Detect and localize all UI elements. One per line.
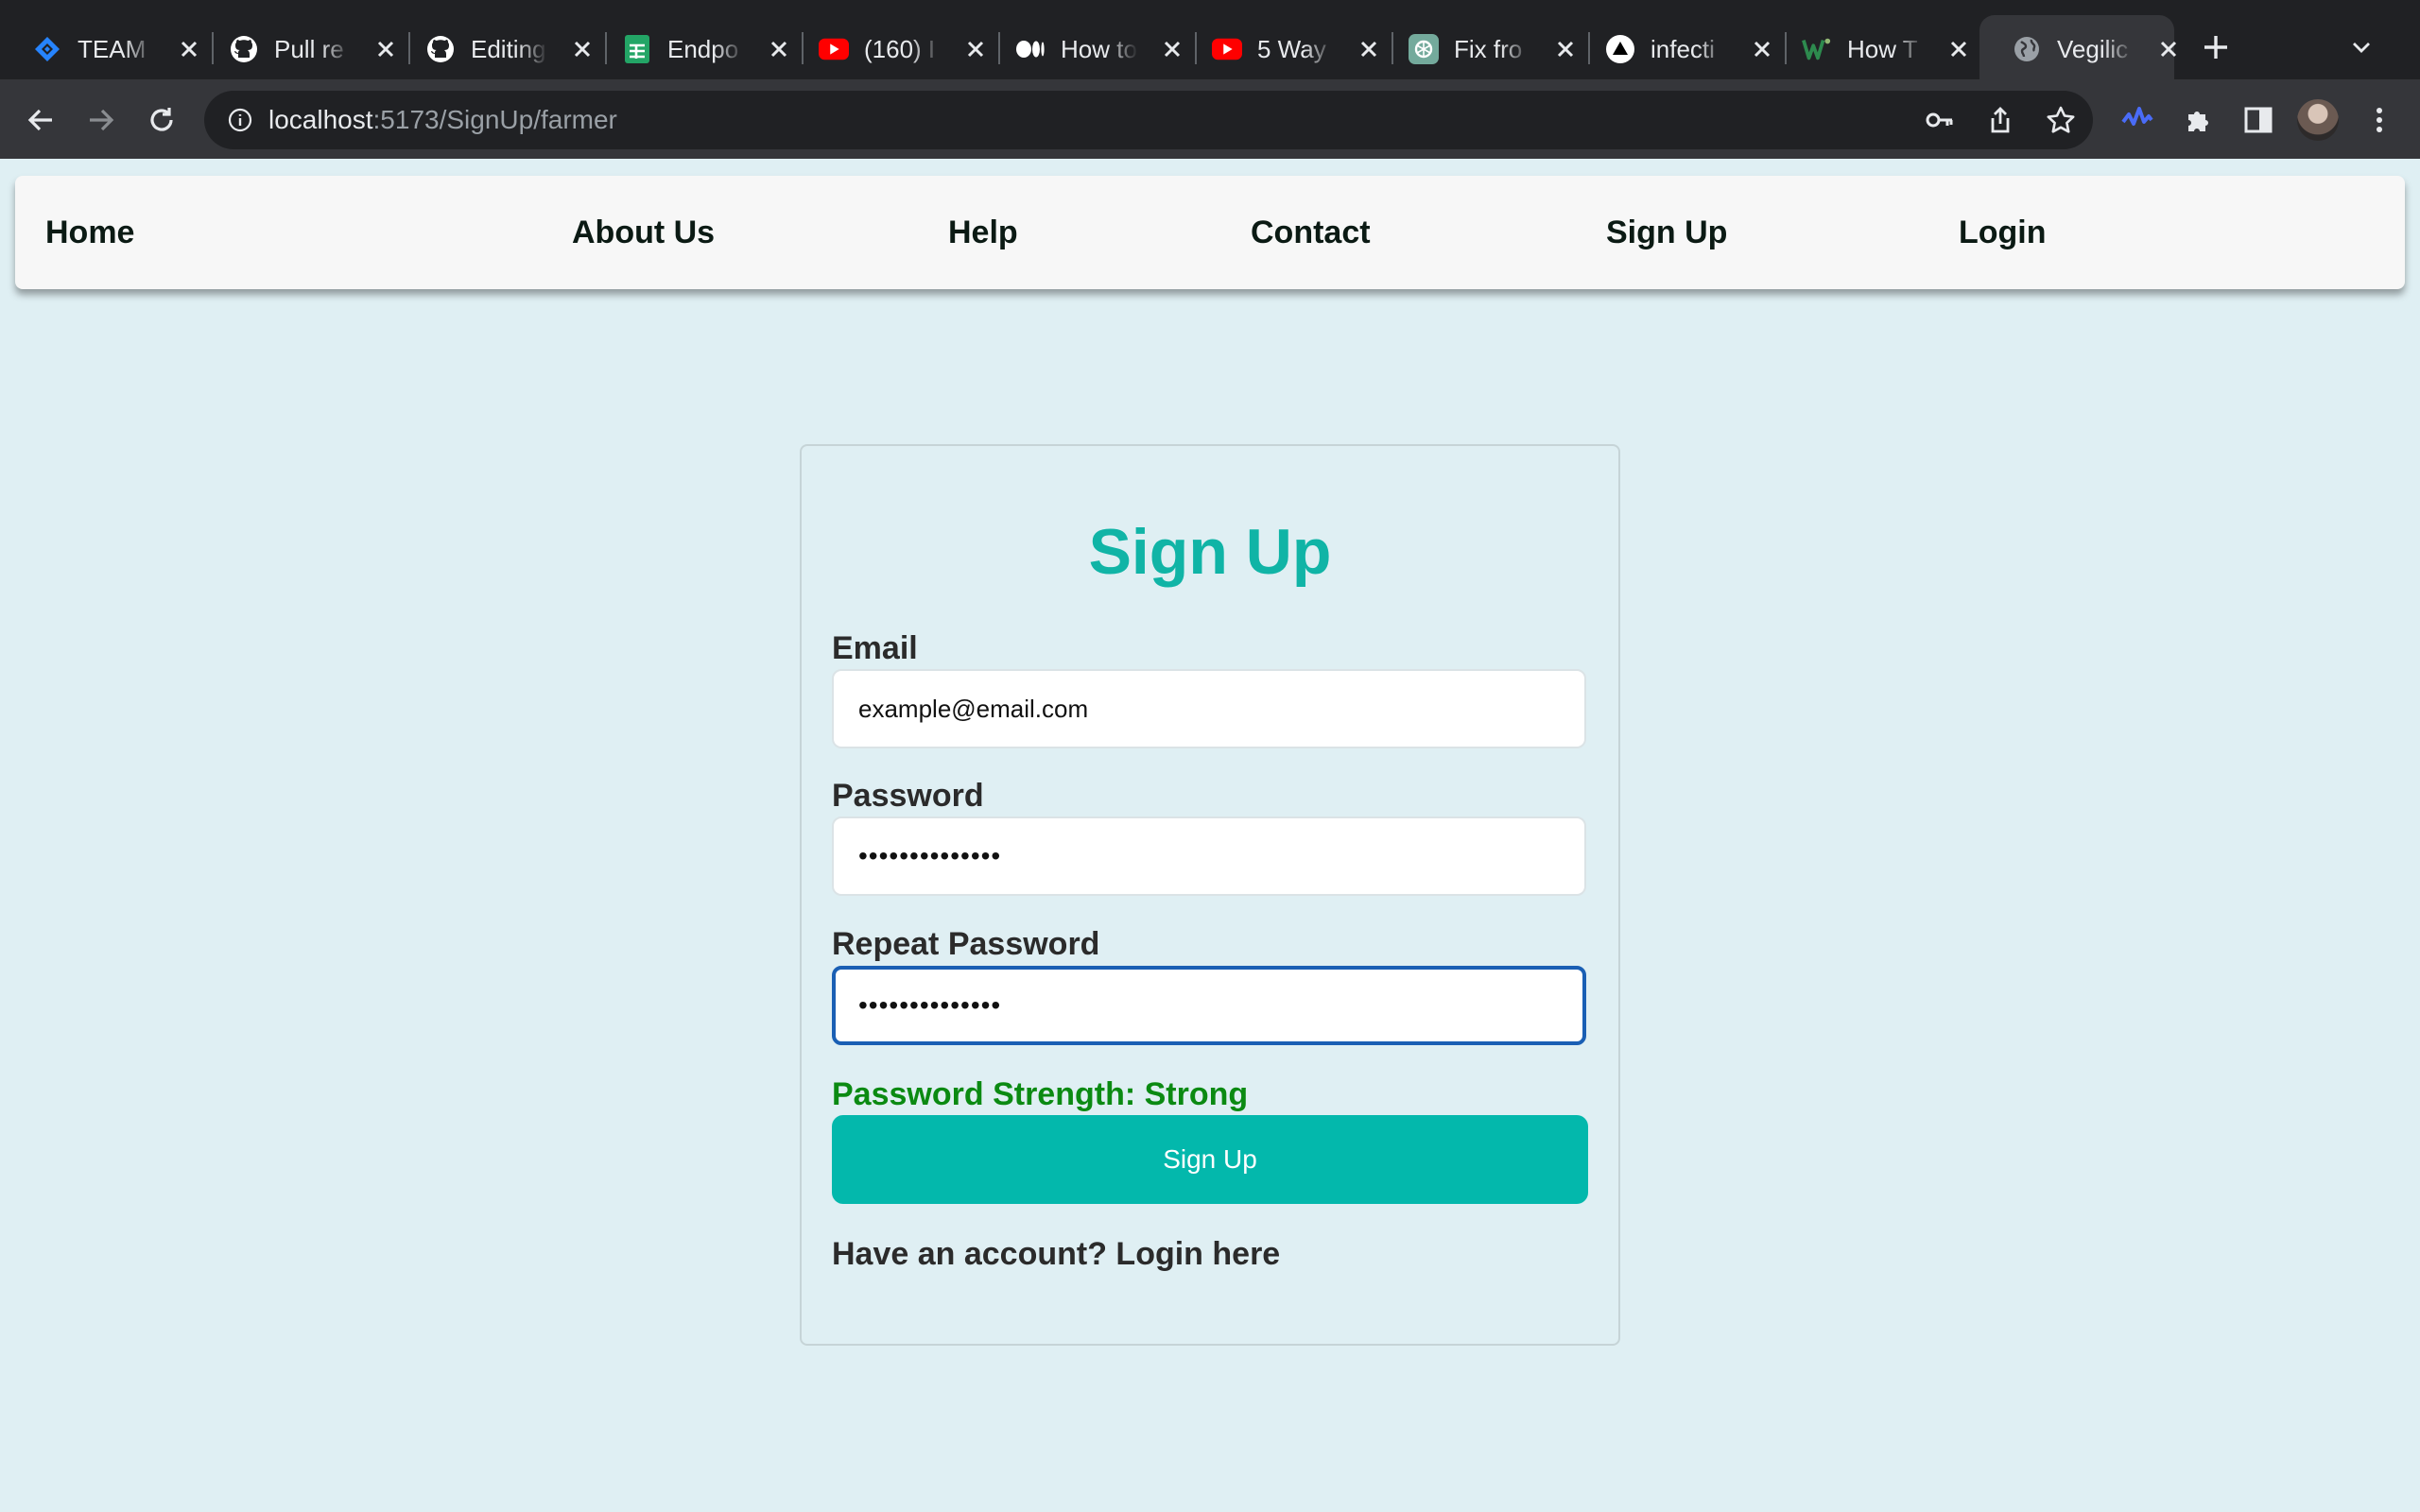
nav-login-link[interactable]: Login bbox=[1959, 212, 2047, 253]
medium-icon bbox=[1015, 34, 1046, 64]
browser-tab[interactable]: Endpo bbox=[590, 15, 804, 79]
browser-tab[interactable]: infecti bbox=[1573, 15, 1787, 79]
browser-tab[interactable]: Editing bbox=[393, 15, 607, 79]
puzzle-icon[interactable] bbox=[2176, 98, 2220, 142]
tab-title: (160) I bbox=[864, 35, 936, 63]
browser-tab[interactable]: (160) I bbox=[786, 15, 1000, 79]
youtube-icon bbox=[819, 34, 849, 64]
address-bar[interactable]: localhost:5173/SignUp/farmer bbox=[204, 91, 2093, 149]
tab-title: Fix fro bbox=[1454, 35, 1523, 63]
arrow-left-icon bbox=[27, 109, 52, 131]
browser-menu-icon[interactable] bbox=[2358, 98, 2401, 142]
password-label: Password bbox=[832, 778, 984, 814]
signup-title: Sign Up bbox=[1088, 516, 1332, 588]
chatgpt-icon bbox=[1409, 34, 1439, 64]
share-icon[interactable] bbox=[1981, 101, 2019, 139]
globe-icon bbox=[2012, 34, 2042, 64]
tab-title: 5 Way bbox=[1257, 35, 1326, 63]
chevron-down-icon bbox=[2353, 43, 2370, 53]
tab-title: How T bbox=[1847, 35, 1918, 63]
back-button[interactable] bbox=[19, 98, 62, 142]
tab-search-button[interactable] bbox=[2342, 28, 2380, 66]
nav-contact-link[interactable]: Contact bbox=[1251, 212, 1371, 253]
reload-button[interactable] bbox=[140, 98, 183, 142]
password-field[interactable]: •••••••••••••• bbox=[832, 816, 1586, 896]
forward-button[interactable] bbox=[79, 98, 123, 142]
browser-tab[interactable]: How to bbox=[983, 15, 1197, 79]
github-icon bbox=[425, 34, 456, 64]
browser-tab[interactable]: TEAM bbox=[0, 15, 214, 79]
bookmark-star-icon[interactable] bbox=[2042, 101, 2080, 139]
tab-title: Vegilic bbox=[2057, 35, 2129, 63]
browser-tab[interactable]: 5 Way bbox=[1180, 15, 1393, 79]
email-label: Email bbox=[832, 630, 918, 666]
wikihow-icon bbox=[1802, 34, 1832, 64]
nav-home-link[interactable]: Home bbox=[45, 212, 134, 253]
nav-about-link[interactable]: About Us bbox=[572, 212, 715, 253]
tab-title: Editing bbox=[471, 35, 546, 63]
signup-submit-button[interactable]: Sign Up bbox=[832, 1115, 1588, 1204]
repeat-password-label: Repeat Password bbox=[832, 926, 1100, 962]
login-here-link[interactable]: Have an account? Login here bbox=[832, 1234, 1280, 1274]
youtube-icon bbox=[1212, 34, 1242, 64]
tab-title: infecti bbox=[1651, 35, 1715, 63]
site-info-icon[interactable] bbox=[225, 105, 255, 135]
plus-icon bbox=[2204, 36, 2227, 59]
password-key-icon[interactable] bbox=[1921, 101, 1959, 139]
close-icon[interactable] bbox=[2152, 32, 2186, 66]
signup-card: Sign Up Email example@email.com Password… bbox=[800, 444, 1620, 1346]
reload-icon bbox=[150, 108, 173, 131]
sheets-icon bbox=[622, 34, 652, 64]
close-icon[interactable] bbox=[1942, 32, 1976, 66]
url-path: :5173/SignUp/farmer bbox=[372, 105, 617, 134]
nav-signup-link[interactable]: Sign Up bbox=[1606, 212, 1727, 253]
browser-tab[interactable]: Vegilic bbox=[1979, 15, 2177, 79]
url-host: localhost bbox=[268, 105, 373, 134]
nav-help-link[interactable]: Help bbox=[948, 212, 1018, 253]
site-navbar: Home About Us Help Contact Sign Up Login bbox=[15, 176, 2405, 289]
browser-toolbar: localhost:5173/SignUp/farmer bbox=[0, 79, 2420, 159]
browser-tab[interactable]: Pull re bbox=[197, 15, 410, 79]
url-text: localhost:5173/SignUp/farmer bbox=[268, 103, 617, 137]
arrow-right-icon bbox=[90, 109, 114, 131]
jira-icon bbox=[32, 34, 62, 64]
profile-avatar[interactable] bbox=[2297, 99, 2339, 141]
tab-title: TEAM bbox=[78, 35, 147, 63]
new-tab-button[interactable] bbox=[2195, 26, 2237, 68]
extension-icon[interactable] bbox=[2116, 98, 2159, 142]
email-field[interactable]: example@email.com bbox=[832, 669, 1586, 748]
github-icon bbox=[229, 34, 259, 64]
vercel-icon bbox=[1605, 34, 1635, 64]
tab-title: Endpo bbox=[667, 35, 739, 63]
tab-title: How to bbox=[1061, 35, 1137, 63]
browser-tab[interactable]: Fix fro bbox=[1376, 15, 1590, 79]
side-panel-icon[interactable] bbox=[2237, 98, 2280, 142]
tab-title: Pull re bbox=[274, 35, 344, 63]
tab-strip: TEAM Pull re Editing Endpo (160) I How to 5 Wa… bbox=[0, 0, 2420, 79]
browser-tab[interactable]: How T bbox=[1770, 15, 1967, 79]
password-strength-text: Password Strength: Strong bbox=[832, 1076, 1249, 1112]
repeat-password-field[interactable]: •••••••••••••• bbox=[832, 966, 1586, 1045]
